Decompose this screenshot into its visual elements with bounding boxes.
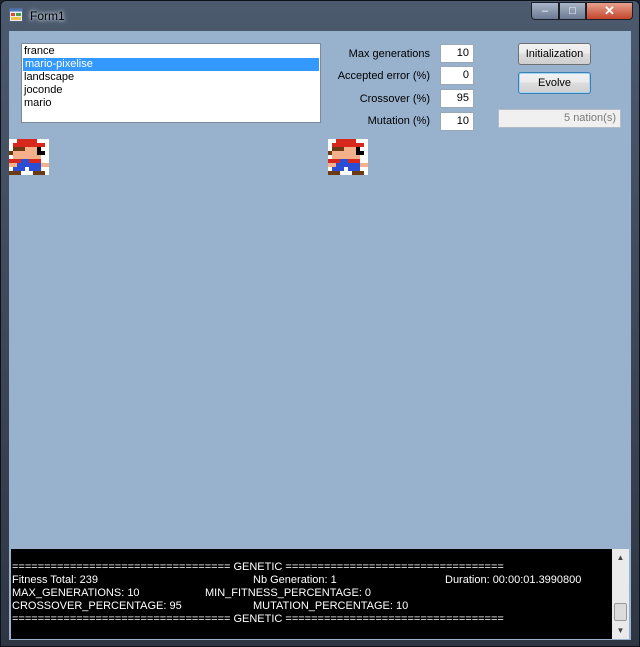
form-client-area: france mario-pixelise landscape joconde … [9, 31, 631, 640]
app-icon [9, 8, 23, 22]
mutation-input[interactable]: 10 [440, 112, 474, 131]
console-duration: Duration: 00:00:01.3990800 [445, 574, 582, 586]
max-generations-input[interactable]: 10 [440, 44, 474, 63]
accepted-error-label: Accepted error (%) [337, 70, 430, 82]
mario-sprite-icon [9, 139, 49, 175]
console-separator: ================================== GENET… [12, 613, 504, 625]
mutation-label: Mutation (%) [367, 115, 430, 127]
accepted-error-input[interactable]: 0 [440, 66, 474, 85]
console-nb-generation: Nb Generation: 1 [253, 574, 337, 586]
output-console[interactable]: ================================== GENET… [11, 549, 629, 639]
image-listbox[interactable]: france mario-pixelise landscape joconde … [21, 43, 321, 123]
form1-window: Form1 – □ ✕ france mario-pixelise landsc… [0, 0, 640, 647]
mario-sprite-icon [328, 139, 368, 175]
scrollbar-thumb[interactable] [614, 603, 627, 621]
max-generations-label: Max generations [348, 48, 430, 60]
list-item[interactable]: joconde [22, 84, 320, 97]
console-fitness-total: Fitness Total: 239 [12, 574, 99, 586]
console-max-generations: MAX_GENERATIONS: 10 [12, 587, 140, 599]
console-min-fitness: MIN_FITNESS_PERCENTAGE: 0 [205, 587, 372, 599]
nations-count-field: 5 nation(s) [498, 109, 621, 128]
console-mutation: MUTATION_PERCENTAGE: 10 [253, 600, 409, 612]
list-item[interactable]: france [22, 45, 320, 58]
scroll-down-icon[interactable]: ▼ [612, 622, 629, 639]
scroll-up-icon[interactable]: ▲ [612, 549, 629, 566]
close-button[interactable]: ✕ [586, 2, 633, 20]
maximize-button[interactable]: □ [559, 2, 586, 20]
crossover-input[interactable]: 95 [440, 89, 474, 108]
list-item[interactable]: mario [22, 97, 320, 110]
console-separator: ================================== GENET… [12, 561, 504, 573]
crossover-label: Crossover (%) [359, 93, 430, 105]
console-scrollbar[interactable]: ▲ ▼ [612, 549, 629, 639]
console-crossover: CROSSOVER_PERCENTAGE: 95 [12, 600, 182, 612]
title-bar[interactable]: Form1 – □ ✕ [1, 1, 639, 31]
window-title: Form1 [30, 9, 65, 23]
list-item-selected[interactable]: mario-pixelise [23, 58, 319, 71]
evolve-button[interactable]: Evolve [518, 72, 591, 94]
list-item[interactable]: landscape [22, 71, 320, 84]
minimize-button[interactable]: – [531, 2, 559, 20]
initialization-button[interactable]: Initialization [518, 43, 591, 65]
